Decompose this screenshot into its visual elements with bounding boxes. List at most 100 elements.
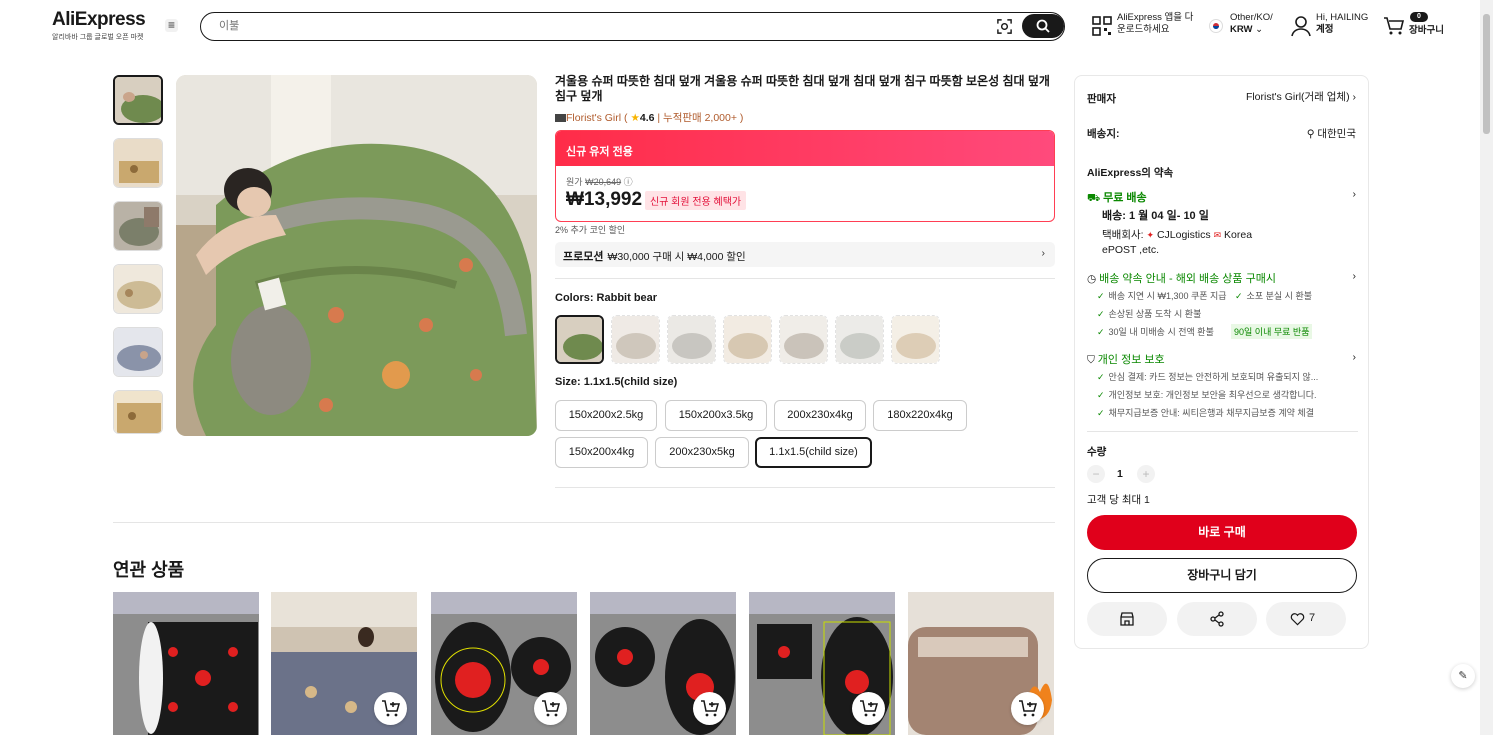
- aliexpress-logo[interactable]: AliExpress 알리바바 그룹 글로벌 오픈 마켓: [52, 9, 146, 42]
- add-to-cart-button[interactable]: [374, 692, 407, 725]
- size-option[interactable]: 200x230x5kg: [655, 437, 749, 468]
- purchase-panel: 판매자 Florist's Girl(거래 업체) › 배송지: ⚲ 대한민국 …: [1074, 75, 1369, 649]
- carrier-korea: Korea: [1224, 229, 1253, 241]
- image-search-icon[interactable]: [996, 18, 1013, 35]
- add-to-cart-button[interactable]: [534, 692, 567, 725]
- color-swatch-4[interactable]: [723, 315, 772, 364]
- delivery-guarantee-title: 배송 약속 안내 - 해외 배송 상품 구매시: [1099, 273, 1276, 285]
- size-label: Size: 1.1x1.5(child size): [555, 376, 678, 388]
- original-price-label: 원가: [566, 177, 583, 187]
- search-button[interactable]: [1022, 14, 1064, 38]
- epost-logo-icon: ✉: [1213, 230, 1222, 240]
- thumbnail-1[interactable]: [113, 75, 163, 125]
- store-info[interactable]: Florist's Girl ( ★4.6 | 누적판매 2,000+ ): [555, 110, 743, 125]
- color-swatches: [555, 315, 940, 364]
- promotion-bar[interactable]: 프로모션 ₩30,000 구매 시 ₩4,000 할인 ›: [555, 242, 1055, 267]
- info-icon[interactable]: ⓘ: [624, 177, 633, 187]
- menu-icon[interactable]: ≡: [165, 19, 178, 32]
- search-input[interactable]: [219, 17, 979, 35]
- add-to-cart-button[interactable]: [1011, 692, 1044, 725]
- account-menu[interactable]: Hi, HAILING 계정: [1316, 12, 1368, 36]
- store-button[interactable]: [1087, 602, 1167, 636]
- related-product-card[interactable]: [590, 592, 736, 735]
- add-to-cart-button[interactable]: [693, 692, 726, 725]
- guarantee-item: 30일 내 미배송 시 전액 환불: [1097, 325, 1214, 338]
- cart-label[interactable]: 장바구니: [1409, 25, 1444, 37]
- store-name[interactable]: Florist's Girl: [566, 112, 621, 124]
- sold-count: 누적판매 2,000+ ): [663, 112, 744, 124]
- color-swatch-5[interactable]: [779, 315, 828, 364]
- app-download-line2: 운로드하세요: [1117, 24, 1170, 35]
- thumbnail-3[interactable]: [113, 201, 163, 251]
- wishlist-button[interactable]: 7: [1266, 602, 1346, 636]
- related-products-title: 연관 상품: [113, 560, 185, 580]
- thumbnail-list: [113, 75, 163, 447]
- carrier-row: 택배회사: ✦ CJLogistics ✉ Korea: [1102, 227, 1252, 242]
- ship-to-value: 대한민국: [1317, 128, 1356, 140]
- buy-now-button[interactable]: 바로 구매: [1087, 515, 1357, 550]
- star-icon: ★: [630, 112, 640, 124]
- thumbnail-6[interactable]: [113, 390, 163, 434]
- size-option[interactable]: 150x200x2.5kg: [555, 400, 657, 431]
- color-swatch-1[interactable]: [555, 315, 604, 364]
- scrollbar[interactable]: [1480, 0, 1493, 735]
- size-option[interactable]: 180x220x4kg: [873, 400, 967, 431]
- related-product-card[interactable]: [113, 592, 259, 735]
- size-option[interactable]: 200x230x4kg: [774, 400, 866, 431]
- privacy-item: 채무지급보증 안내: 씨티은행과 채무지급보증 계약 체결: [1097, 406, 1314, 419]
- user-icon[interactable]: [1291, 15, 1311, 37]
- privacy-item: 안심 결제: 카드 정보는 안전하게 보호되며 유출되지 않...: [1097, 370, 1319, 383]
- add-cart-icon: [860, 700, 878, 717]
- chevron-right-icon[interactable]: ›: [1353, 188, 1357, 200]
- privacy-title: 개인 정보 보호: [1097, 354, 1165, 366]
- chevron-down-icon: ⌄: [1255, 24, 1264, 35]
- logo-text: AliExpress: [52, 9, 146, 30]
- add-to-cart-button[interactable]: 장바구니 담기: [1087, 558, 1357, 593]
- cart-icon[interactable]: [1383, 16, 1405, 36]
- related-product-card[interactable]: [749, 592, 895, 735]
- app-download-link[interactable]: AliExpress 앱을 다 운로드하세요: [1117, 12, 1193, 36]
- share-button[interactable]: [1177, 602, 1257, 636]
- chevron-right-icon[interactable]: ›: [1353, 351, 1357, 363]
- related-product-card[interactable]: [908, 592, 1054, 735]
- ship-to-selector[interactable]: ⚲ 대한민국: [1307, 126, 1356, 141]
- seller-link[interactable]: Florist's Girl(거래 업체) ›: [1246, 89, 1356, 104]
- edit-icon[interactable]: ✎: [1451, 664, 1475, 688]
- thumbnail-4[interactable]: [113, 264, 163, 314]
- free-shipping-row[interactable]: ⛟ 무료 배송: [1087, 189, 1147, 206]
- add-to-cart-button[interactable]: [852, 692, 885, 725]
- locale-selector[interactable]: Other/KO/ KRW ⌄: [1230, 12, 1273, 36]
- guarantee-item: 손상된 상품 도착 시 환불: [1097, 307, 1202, 320]
- color-swatch-6[interactable]: [835, 315, 884, 364]
- location-pin-icon: ⚲: [1306, 128, 1315, 140]
- scrollbar-thumb[interactable]: [1483, 14, 1490, 134]
- color-swatch-7[interactable]: [891, 315, 940, 364]
- size-option-selected[interactable]: 1.1x1.5(child size): [755, 437, 872, 468]
- rating-value: 4.6: [639, 112, 655, 124]
- quantity-value[interactable]: 1: [1117, 468, 1123, 480]
- quantity-increase-button[interactable]: +: [1137, 465, 1155, 483]
- delivery-guarantee-row[interactable]: ◷ 배송 약속 안내 - 해외 배송 상품 구매시: [1087, 270, 1276, 286]
- seller-label: 판매자: [1087, 93, 1116, 105]
- guarantee-item: 소포 분실 시 환불: [1235, 289, 1312, 302]
- thumbnail-2[interactable]: [113, 138, 163, 188]
- color-swatch-3[interactable]: [667, 315, 716, 364]
- color-swatch-2[interactable]: [611, 315, 660, 364]
- quantity-decrease-button[interactable]: −: [1087, 465, 1105, 483]
- privacy-row[interactable]: ⛉ 개인 정보 보호: [1087, 351, 1165, 367]
- original-price: 원가 ₩20,649 ⓘ: [566, 175, 633, 188]
- truck-icon: ⛟: [1087, 192, 1101, 204]
- carrier-cj: CJLogistics: [1156, 229, 1211, 241]
- thumbnail-5[interactable]: [113, 327, 163, 377]
- carrier-label: 택배회사:: [1102, 229, 1144, 241]
- chevron-right-icon[interactable]: ›: [1353, 270, 1357, 282]
- related-product-card[interactable]: [271, 592, 417, 735]
- main-product-image[interactable]: [176, 75, 537, 436]
- qr-code-icon[interactable]: [1092, 16, 1112, 36]
- related-product-card[interactable]: [431, 592, 577, 735]
- size-option[interactable]: 150x200x3.5kg: [665, 400, 767, 431]
- size-option[interactable]: 150x200x4kg: [555, 437, 648, 468]
- add-cart-icon: [542, 700, 560, 717]
- promotion-tag: 프로모션: [563, 251, 604, 263]
- korea-flag-icon: [1209, 19, 1223, 33]
